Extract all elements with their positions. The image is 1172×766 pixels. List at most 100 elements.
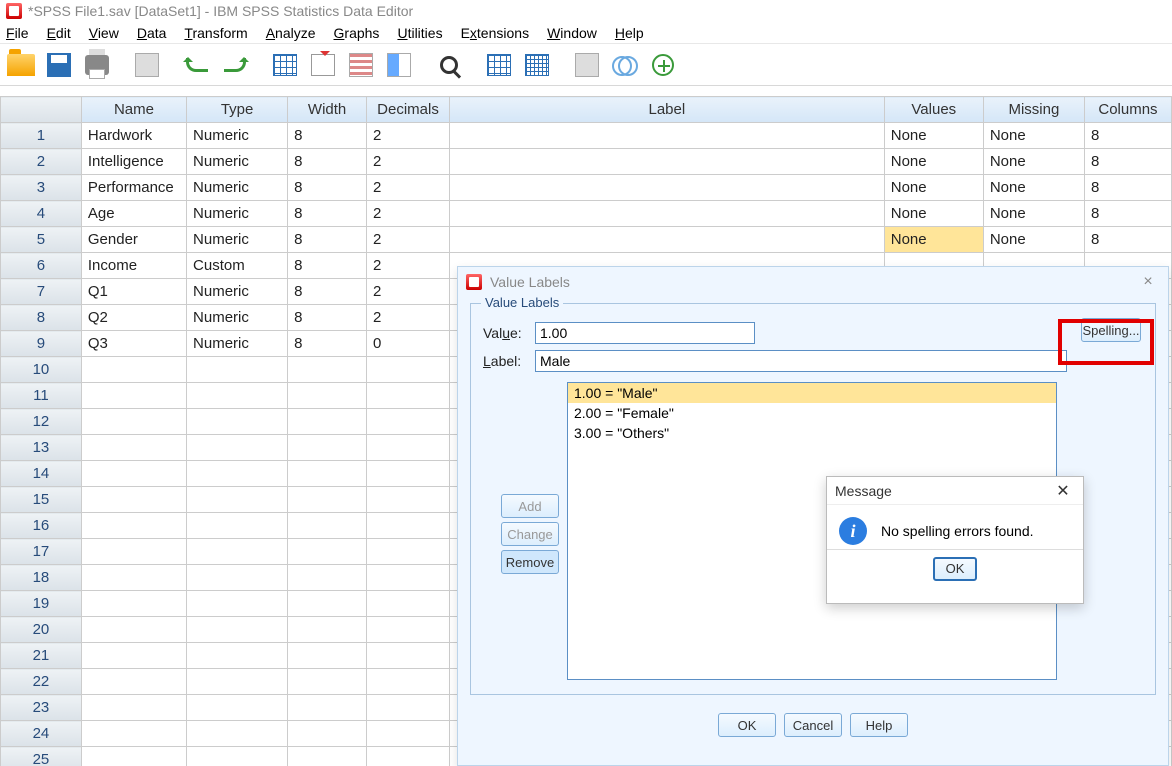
row-header[interactable]: 6 [1, 253, 82, 279]
select-cases-button[interactable] [570, 48, 604, 82]
menu-data[interactable]: Data [137, 25, 167, 41]
menu-transform[interactable]: Transform [184, 25, 247, 41]
recall-button[interactable] [130, 48, 164, 82]
row-header[interactable]: 15 [1, 487, 82, 513]
row-header[interactable]: 16 [1, 513, 82, 539]
cell-width[interactable]: 8 [288, 305, 367, 331]
row-header[interactable]: 9 [1, 331, 82, 357]
open-button[interactable] [4, 48, 38, 82]
row-header[interactable]: 7 [1, 279, 82, 305]
cell-label[interactable] [449, 175, 884, 201]
row-header[interactable]: 22 [1, 669, 82, 695]
cell-decimals[interactable]: 2 [367, 201, 450, 227]
undo-button[interactable] [180, 48, 214, 82]
redo-button[interactable] [218, 48, 252, 82]
message-close-button[interactable]: ✕ [1051, 481, 1075, 501]
cell-columns[interactable]: 8 [1084, 123, 1171, 149]
use-sets-button[interactable] [646, 48, 680, 82]
save-button[interactable] [42, 48, 76, 82]
cell-name[interactable]: Intelligence [81, 149, 186, 175]
row-header[interactable]: 21 [1, 643, 82, 669]
cell-type[interactable]: Numeric [187, 175, 288, 201]
row-header[interactable]: 2 [1, 149, 82, 175]
col-name[interactable]: Name [81, 97, 186, 123]
cell-decimals[interactable]: 2 [367, 305, 450, 331]
goto-case-button[interactable] [268, 48, 302, 82]
cell-type[interactable]: Numeric [187, 149, 288, 175]
cell-missing[interactable]: None [983, 175, 1084, 201]
row-header[interactable]: 25 [1, 747, 82, 766]
list-item[interactable]: 3.00 = "Others" [568, 423, 1056, 443]
menu-window[interactable]: Window [547, 25, 597, 41]
cell-name[interactable]: Age [81, 201, 186, 227]
row-header[interactable]: 13 [1, 435, 82, 461]
col-type[interactable]: Type [187, 97, 288, 123]
table-row[interactable]: 5GenderNumeric82NoneNone8 [1, 227, 1172, 253]
cell-name[interactable]: Hardwork [81, 123, 186, 149]
cell-width[interactable]: 8 [288, 331, 367, 357]
menu-graphs[interactable]: Graphs [334, 25, 380, 41]
menu-analyze[interactable]: Analyze [266, 25, 316, 41]
col-columns[interactable]: Columns [1084, 97, 1171, 123]
cell-width[interactable]: 8 [288, 227, 367, 253]
cell-label[interactable] [449, 227, 884, 253]
table-row[interactable]: 2IntelligenceNumeric82NoneNone8 [1, 149, 1172, 175]
cell-label[interactable] [449, 149, 884, 175]
run-desc-button[interactable] [382, 48, 416, 82]
value-input[interactable] [535, 322, 755, 344]
goto-var-button[interactable] [306, 48, 340, 82]
variables-button[interactable] [344, 48, 378, 82]
cell-decimals[interactable]: 0 [367, 331, 450, 357]
value-labels-toggle[interactable] [608, 48, 642, 82]
row-header[interactable]: 18 [1, 565, 82, 591]
cell-type[interactable]: Numeric [187, 305, 288, 331]
row-header[interactable]: 1 [1, 123, 82, 149]
cell-missing[interactable]: None [983, 227, 1084, 253]
cell-name[interactable]: Q1 [81, 279, 186, 305]
menu-file[interactable]: File [6, 25, 29, 41]
dialog-titlebar[interactable]: Value Labels × [458, 267, 1168, 297]
row-header[interactable]: 23 [1, 695, 82, 721]
col-values[interactable]: Values [884, 97, 983, 123]
cell-type[interactable]: Numeric [187, 279, 288, 305]
cell-width[interactable]: 8 [288, 175, 367, 201]
cell-decimals[interactable]: 2 [367, 279, 450, 305]
print-button[interactable] [80, 48, 114, 82]
cell-missing[interactable]: None [983, 201, 1084, 227]
cell-width[interactable]: 8 [288, 253, 367, 279]
cell-columns[interactable]: 8 [1084, 175, 1171, 201]
cell-width[interactable]: 8 [288, 149, 367, 175]
menu-edit[interactable]: Edit [47, 25, 71, 41]
help-button[interactable]: Help [850, 713, 908, 737]
cell-decimals[interactable]: 2 [367, 175, 450, 201]
message-ok-button[interactable]: OK [933, 557, 977, 581]
row-header[interactable]: 10 [1, 357, 82, 383]
cell-values[interactable]: None [884, 123, 983, 149]
cell-width[interactable]: 8 [288, 123, 367, 149]
row-header[interactable]: 12 [1, 409, 82, 435]
menu-extensions[interactable]: Extensions [461, 25, 530, 41]
weight-button[interactable] [520, 48, 554, 82]
row-header[interactable]: 17 [1, 539, 82, 565]
spelling-button[interactable]: Spelling... [1081, 318, 1141, 342]
row-header[interactable]: 8 [1, 305, 82, 331]
add-button[interactable]: Add [501, 494, 559, 518]
list-item[interactable]: 2.00 = "Female" [568, 403, 1056, 423]
cell-missing[interactable]: None [983, 149, 1084, 175]
table-row[interactable]: 4AgeNumeric82NoneNone8 [1, 201, 1172, 227]
table-row[interactable]: 3PerformanceNumeric82NoneNone8 [1, 175, 1172, 201]
find-button[interactable] [432, 48, 466, 82]
remove-button[interactable]: Remove [501, 550, 559, 574]
ok-button[interactable]: OK [718, 713, 776, 737]
col-width[interactable]: Width [288, 97, 367, 123]
cell-width[interactable]: 8 [288, 279, 367, 305]
row-header[interactable]: 5 [1, 227, 82, 253]
menu-utilities[interactable]: Utilities [397, 25, 442, 41]
dialog-close-button[interactable]: × [1136, 273, 1160, 291]
menu-view[interactable]: View [89, 25, 119, 41]
cell-decimals[interactable]: 2 [367, 227, 450, 253]
cell-name[interactable]: Income [81, 253, 186, 279]
cell-values[interactable]: None [884, 227, 983, 253]
cell-type[interactable]: Numeric [187, 123, 288, 149]
cell-name[interactable]: Performance [81, 175, 186, 201]
